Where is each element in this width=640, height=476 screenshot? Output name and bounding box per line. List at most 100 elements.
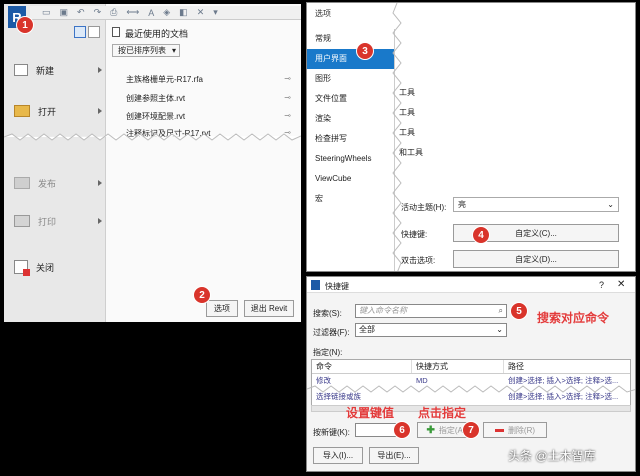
- filter-label: 过滤器(F):: [313, 328, 350, 337]
- sort-dropdown[interactable]: 按已排序列表 ▾: [112, 44, 180, 57]
- column-header-shortcut[interactable]: 快捷方式: [412, 360, 504, 373]
- recent-file-row[interactable]: 创建环境配景.rvt ⊸: [126, 111, 291, 122]
- step-badge-4: 4: [472, 226, 490, 244]
- shortcuts-dialog-title: 快捷键: [325, 282, 349, 291]
- recent-file-row[interactable]: 创建参照主体.rvt ⊸: [126, 93, 291, 104]
- tool-line: 工具: [399, 108, 415, 117]
- open-docs-toggle-icon[interactable]: [88, 26, 100, 38]
- tool-line: 工具: [399, 128, 415, 137]
- submenu-arrow-icon: [98, 180, 102, 186]
- recent-file-row[interactable]: 主族格栅单元-R17.rfa ⊸: [126, 74, 291, 85]
- search-input[interactable]: 键入命令名称 ⌕: [355, 304, 507, 318]
- torn-divider: [307, 385, 635, 393]
- assign-label: 指定(N):: [313, 348, 343, 357]
- plus-icon: ✚: [426, 424, 435, 436]
- options-nav-list: 常规 用户界面 图形 文件位置 渲染 检查拼写 SteeringWheels V…: [307, 29, 395, 271]
- menu-item-print-label: 打印: [38, 216, 57, 227]
- nav-item-graphics[interactable]: 图形: [307, 69, 394, 89]
- menu-item-new-label: 新建: [36, 65, 55, 76]
- filter-select-value: 全部: [359, 325, 375, 334]
- annotate-icon[interactable]: A: [148, 8, 154, 18]
- pin-icon[interactable]: ⊸: [284, 93, 291, 104]
- options-button-label: 选项: [214, 304, 230, 313]
- close-icon[interactable]: ✕: [617, 279, 625, 290]
- quick-access-toolbar: ▭ ▣ ↶ ↷ ⎙ ⟷ A ◈ ◧ ✕ ▾: [30, 6, 301, 20]
- column-header-path[interactable]: 路径: [504, 360, 524, 373]
- watermark: 头条 @土木智库: [508, 449, 596, 463]
- shortcuts-app-icon: [311, 280, 320, 290]
- theme-label: 活动主题(H):: [401, 203, 447, 212]
- step-badge-3: 3: [356, 42, 374, 60]
- search-icon: ⌕: [498, 306, 503, 315]
- menu-item-close-label: 关闭: [36, 262, 55, 273]
- filter-select[interactable]: 全部 ⌄: [355, 323, 507, 337]
- 3d-icon[interactable]: ◈: [163, 7, 170, 18]
- help-icon[interactable]: ?: [599, 280, 604, 290]
- double-click-label: 双击选项:: [401, 256, 436, 265]
- print-icon[interactable]: ⎙: [110, 7, 117, 18]
- menu-item-open[interactable]: 打开: [14, 102, 102, 120]
- sort-dropdown-label: 按已排序列表: [118, 46, 166, 55]
- shortcut-label: 快捷键:: [401, 230, 428, 239]
- measure-icon[interactable]: ⟷: [126, 7, 139, 18]
- menu-item-close[interactable]: 关闭: [14, 258, 102, 276]
- menu-item-print[interactable]: 打印: [14, 212, 102, 230]
- chevron-down-icon: ⌄: [496, 325, 503, 334]
- customize-double-click-button[interactable]: 自定义(D)...: [453, 250, 619, 268]
- pin-icon[interactable]: ⊸: [284, 74, 291, 85]
- nav-item-spelling[interactable]: 检查拼写: [307, 129, 394, 149]
- column-header-command[interactable]: 命令: [312, 360, 412, 373]
- printer-icon: [14, 215, 30, 227]
- section-icon[interactable]: ◧: [179, 7, 188, 18]
- nav-item-steeringwheels[interactable]: SteeringWheels: [307, 149, 394, 169]
- tool-line: 工具: [399, 88, 415, 97]
- remove-button[interactable]: 删除(R): [483, 422, 547, 438]
- nav-item-general[interactable]: 常规: [307, 29, 394, 49]
- recent-file-name: 主族格栅单元-R17.rfa: [126, 75, 203, 84]
- new-doc-icon: [14, 64, 28, 76]
- exit-revit-button-label: 退出 Revit: [250, 304, 288, 313]
- chevron-down-icon: ▾: [171, 46, 176, 55]
- search-placeholder: 键入命令名称: [359, 306, 407, 315]
- folder-icon: [14, 105, 30, 117]
- menu-item-open-label: 打开: [38, 106, 57, 117]
- export-button[interactable]: 导出(E)...: [369, 447, 419, 464]
- options-button[interactable]: 选项: [206, 300, 238, 317]
- menu-item-new[interactable]: 新建: [14, 62, 102, 78]
- step-badge-5: 5: [510, 302, 528, 320]
- theme-select[interactable]: 亮 ⌄: [453, 197, 619, 212]
- nav-item-user-interface[interactable]: 用户界面: [307, 49, 394, 69]
- import-button[interactable]: 导入(I)...: [313, 447, 363, 464]
- tool-line: 和工具: [399, 148, 423, 157]
- submenu-arrow-icon: [98, 67, 102, 73]
- nav-item-viewcube[interactable]: ViewCube: [307, 169, 394, 189]
- step-badge-1: 1: [16, 16, 34, 34]
- shortcuts-titlebar: [307, 277, 635, 293]
- menu-item-publish-label: 发布: [38, 178, 57, 189]
- redo-icon[interactable]: ↷: [94, 7, 102, 18]
- recent-view-toggle-icon[interactable]: [74, 26, 86, 38]
- menu-item-publish[interactable]: 发布: [14, 174, 102, 192]
- step-badge-2: 2: [193, 286, 211, 304]
- annotation-search-command: 搜索对应命令: [537, 311, 610, 325]
- table-header: 命令 快捷方式 路径: [312, 360, 630, 374]
- recent-file-name: 创建环境配景.rvt: [126, 112, 186, 121]
- pin-icon[interactable]: ⊸: [284, 111, 291, 122]
- undo-icon[interactable]: ↶: [77, 7, 85, 18]
- close-views-icon[interactable]: ✕: [197, 7, 205, 18]
- import-button-label: 导入(I)...: [322, 451, 354, 460]
- theme-select-value: 亮: [458, 200, 466, 209]
- options-dialog-title: 选项: [315, 9, 331, 18]
- nav-item-macros[interactable]: 宏: [307, 189, 394, 209]
- save-icon[interactable]: ▣: [60, 7, 69, 18]
- search-label: 搜索(S):: [313, 309, 342, 318]
- customize-shortcuts-label: 自定义(C)...: [515, 228, 557, 238]
- dropdown-icon[interactable]: ▾: [213, 7, 218, 18]
- annotation-set-key: 设置键值: [346, 406, 395, 420]
- exit-revit-button[interactable]: 退出 Revit: [244, 300, 294, 317]
- nav-item-rendering[interactable]: 渲染: [307, 109, 394, 129]
- submenu-arrow-icon: [98, 218, 102, 224]
- open-icon[interactable]: ▭: [42, 7, 51, 18]
- new-key-label: 按新键(K):: [313, 428, 350, 437]
- nav-item-file-locations[interactable]: 文件位置: [307, 89, 394, 109]
